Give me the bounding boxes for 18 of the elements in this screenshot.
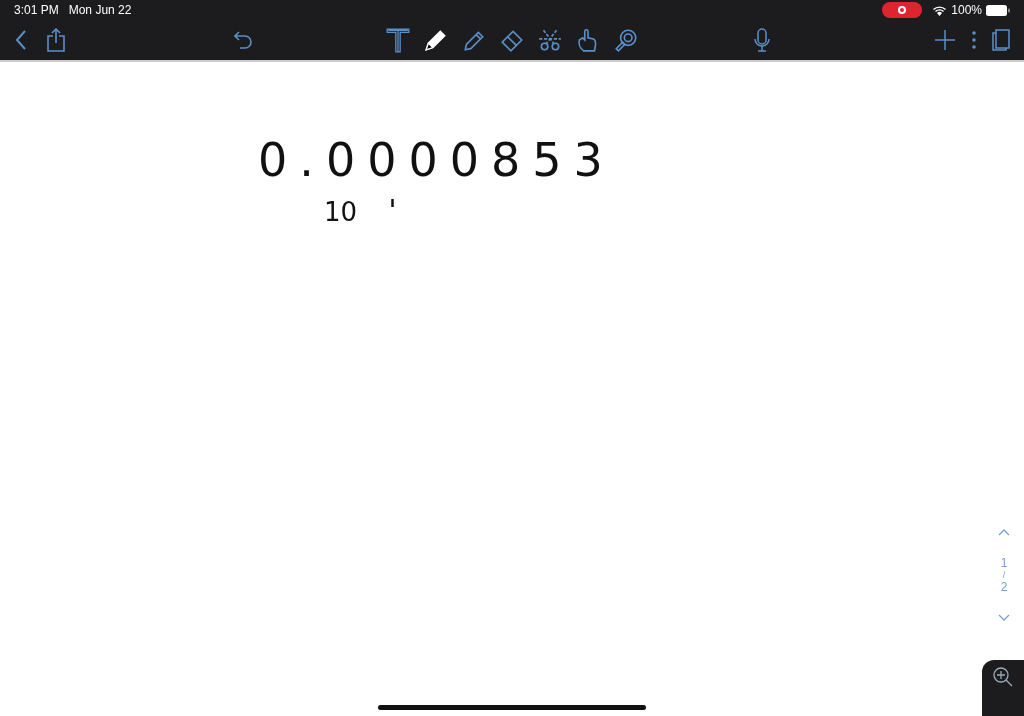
battery-percent: 100% <box>951 3 982 17</box>
zoom-button[interactable] <box>982 660 1024 716</box>
page-separator: / <box>1002 570 1006 580</box>
handwritten-number: 10 <box>324 199 358 225</box>
zoom-in-icon[interactable] <box>992 666 1014 688</box>
wifi-icon <box>932 4 948 16</box>
add-button[interactable] <box>932 27 958 53</box>
total-pages: 2 <box>1000 580 1008 594</box>
share-button[interactable] <box>44 26 68 54</box>
microphone-button[interactable] <box>752 26 772 54</box>
pages-button[interactable] <box>990 27 1012 53</box>
undo-button[interactable] <box>232 28 254 52</box>
battery-icon <box>986 4 1010 16</box>
ink-mark-icon <box>391 199 395 207</box>
status-time: 3:01 PM <box>14 3 59 17</box>
current-page: 1 <box>1000 556 1008 570</box>
status-date: Mon Jun 22 <box>68 3 132 17</box>
handwritten-number: 0.0000853 <box>258 137 616 183</box>
